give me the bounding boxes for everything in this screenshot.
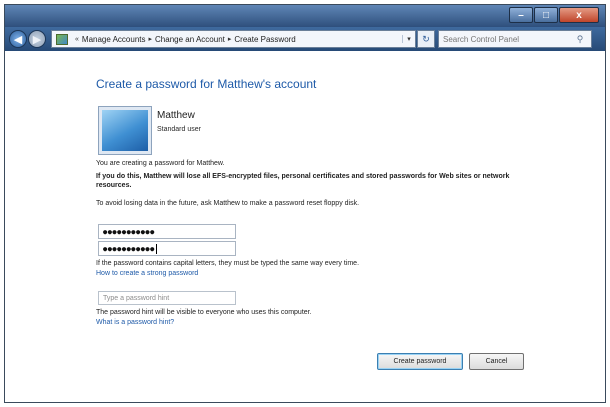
user-picture-icon [102,110,148,151]
warning-text: If you do this, Matthew will lose all EF… [96,173,510,189]
navigation-bar: ◀ ▶ « Manage Accounts ▸ Change an Accoun… [5,27,605,51]
cancel-button[interactable]: Cancel [469,353,524,370]
capital-letters-note: If the password contains capital letters… [96,260,360,267]
minimize-button[interactable]: – [509,7,533,23]
create-password-window: – □ x ◀ ▶ « Manage Accounts ▸ Change an … [4,4,606,403]
confirm-password-field[interactable]: ●●●●●●●●●●● [98,241,236,256]
title-bar[interactable]: – □ x [5,5,605,27]
strong-password-link[interactable]: How to create a strong password [96,270,198,277]
maximize-button[interactable]: □ [534,7,558,23]
search-input[interactable] [438,30,592,48]
caption-buttons: – □ x [508,7,599,24]
forward-button[interactable]: ▶ [28,30,46,48]
password-hint-input[interactable]: Type a password hint [98,291,236,305]
new-password-field[interactable]: ●●●●●●●●●●● [98,224,236,239]
main-content: Create a password for Matthew's account … [5,51,605,402]
password-hint-placeholder: Type a password hint [103,294,170,302]
breadcrumb-change-account[interactable]: Change an Account [155,35,225,44]
forward-arrow-icon: ▶ [32,33,42,46]
confirm-password-value: ●●●●●●●●●●● [103,244,155,253]
password-hint-link[interactable]: What is a password hint? [96,319,174,326]
breadcrumb-overflow-icon[interactable]: « [75,36,79,43]
user-name: Matthew [157,110,195,121]
search-icon[interactable]: ⚲ [573,32,587,46]
new-password-value: ●●●●●●●●●●● [103,227,155,236]
back-arrow-icon: ◀ [13,33,23,46]
back-button[interactable]: ◀ [9,30,27,48]
refresh-icon: ↻ [422,33,430,44]
control-panel-icon [56,33,68,45]
breadcrumb-separator-icon[interactable]: ▸ [149,35,153,43]
breadcrumb-separator-icon[interactable]: ▸ [228,35,232,43]
user-avatar [98,106,152,155]
page-title: Create a password for Matthew's account [96,77,317,91]
reset-disk-tip-text: To avoid losing data in the future, ask … [96,200,360,207]
hint-visibility-note: The password hint will be visible to eve… [96,309,312,316]
create-password-button[interactable]: Create password [377,353,463,370]
address-bar[interactable]: « Manage Accounts ▸ Change an Account ▸ … [51,30,416,48]
refresh-button[interactable]: ↻ [417,30,435,48]
creating-password-text: You are creating a password for Matthew. [96,160,225,167]
user-account-type: Standard user [157,126,201,133]
breadcrumb-create-password[interactable]: Create Password [234,35,295,44]
breadcrumb-manage-accounts[interactable]: Manage Accounts [82,35,146,44]
text-cursor [155,243,157,254]
close-button[interactable]: x [559,7,599,23]
address-dropdown-icon[interactable]: ▾ [402,35,415,43]
